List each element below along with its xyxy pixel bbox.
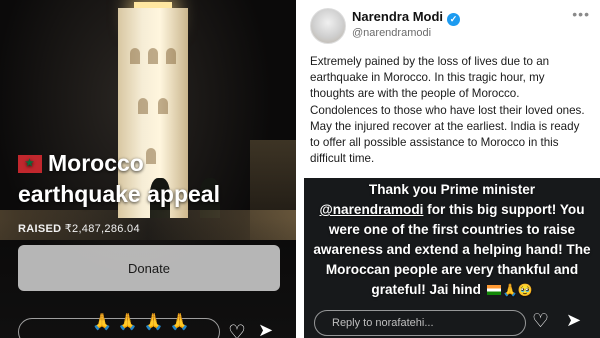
caption-part1: Thank you Prime minister [368,182,536,197]
caption-mention[interactable]: @narendramodi [320,202,424,217]
caption-emojis: 🙏🥹 [502,283,533,297]
appeal-title-line1: Morocco [48,150,144,176]
appeal-title-line2: earthquake appeal [18,181,220,207]
heart-icon[interactable]: ♡ [532,310,549,333]
reaction-emojis: 🙏🙏🙏🙏 [92,314,196,331]
donate-label: Donate [128,260,170,276]
india-flag-icon [486,285,501,295]
donate-button[interactable]: Donate [18,245,280,291]
morocco-flag-icon: ★ [18,155,42,173]
raised-label: RAISED [18,223,62,235]
send-icon[interactable]: ➤ [566,310,581,331]
tweet-author: Narendra Modi ✓ [352,9,461,26]
avatar [310,8,346,44]
reply-placeholder: Reply to norafatehi... [332,317,434,329]
raised-amount: RAISED ₹2,487,286.04 [18,222,140,235]
panel-divider [296,0,304,338]
author-name: Narendra Modi [352,9,444,24]
heart-icon[interactable]: ♡ [228,320,246,338]
tweet-card: Narendra Modi ✓ @narendramodi ••• Extreme… [304,0,600,178]
verified-badge-icon: ✓ [447,13,461,26]
story-caption: Thank you Prime minister @narendramodi f… [304,180,600,300]
story-right: Narendra Modi ✓ @narendramodi ••• Extreme… [304,0,600,338]
appeal-title: ★ Morocco earthquake appeal [18,148,268,210]
raised-value: ₹2,487,286.04 [64,223,140,235]
story-left: ★ Morocco earthquake appeal RAISED ₹2,487… [0,0,296,338]
more-options-icon[interactable]: ••• [572,6,590,22]
author-handle: @narendramodi [352,27,432,39]
send-icon[interactable]: ➤ [258,320,273,338]
tweet-text: Extremely pained by the loss of lives du… [310,55,585,166]
